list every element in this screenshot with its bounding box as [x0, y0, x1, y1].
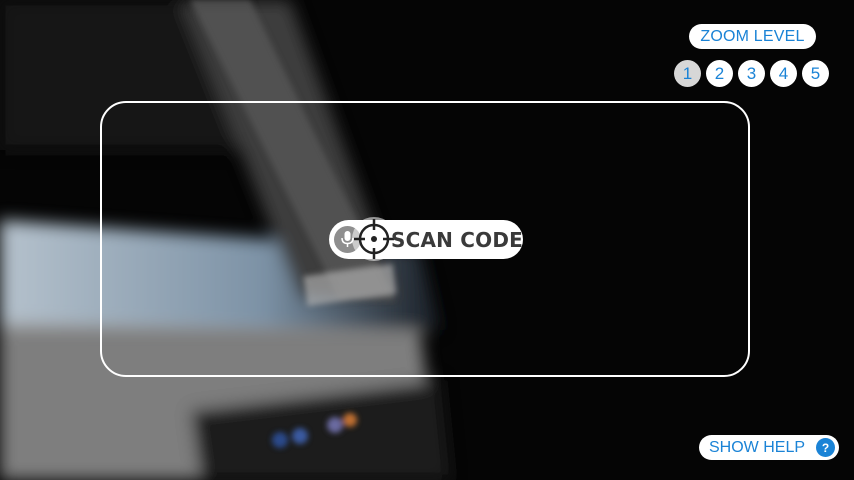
scan-code-button[interactable]: SCAN CODE — [329, 217, 524, 261]
scan-code-label: SCAN CODE — [391, 228, 524, 252]
zoom-level-3-button[interactable]: 3 — [738, 60, 765, 87]
show-help-button[interactable]: SHOW HELP ? — [699, 435, 839, 460]
zoom-level-4-button[interactable]: 4 — [770, 60, 797, 87]
zoom-level-title: ZOOM LEVEL — [689, 24, 816, 49]
zoom-level-selector: 1 2 3 4 5 — [674, 60, 829, 87]
scanner-screen: SCAN CODE ZOOM LEVEL 1 2 3 4 5 SHOW HELP… — [0, 0, 854, 480]
zoom-level-2-button[interactable]: 2 — [706, 60, 733, 87]
zoom-level-5-button[interactable]: 5 — [802, 60, 829, 87]
show-help-label: SHOW HELP — [709, 438, 806, 456]
zoom-level-1-button[interactable]: 1 — [674, 60, 701, 87]
question-icon: ? — [816, 438, 835, 457]
